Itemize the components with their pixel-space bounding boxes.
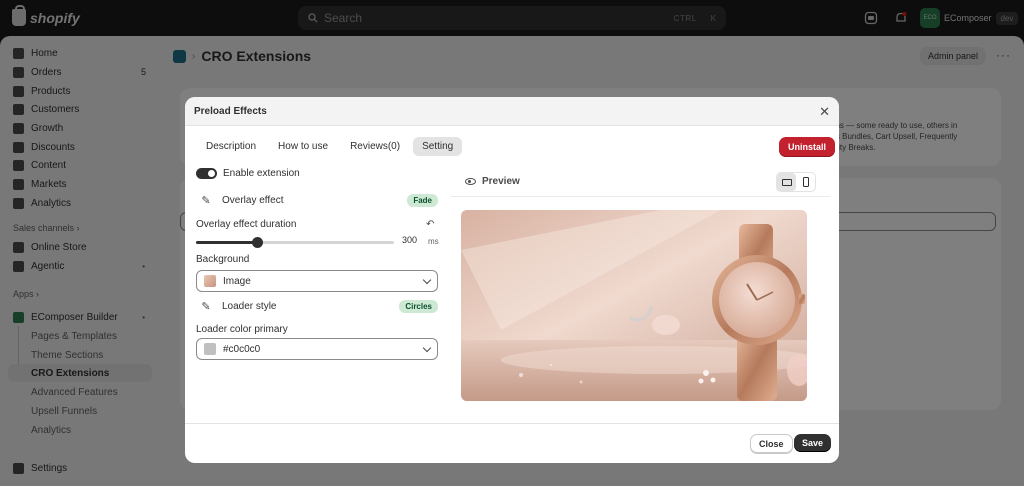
save-button[interactable]: Save: [794, 434, 832, 452]
uninstall-button[interactable]: Uninstall: [779, 137, 836, 157]
modal-title: Preload Effects: [194, 106, 267, 117]
tab-setting[interactable]: Setting: [413, 137, 463, 156]
desktop-view-button[interactable]: [777, 173, 796, 191]
loader-color-value: #c0c0c0: [223, 343, 261, 355]
enable-extension-row: Enable extension: [196, 168, 438, 179]
background-select[interactable]: Image: [196, 270, 438, 292]
preview-panel: Preview: [451, 168, 830, 412]
mobile-icon: [802, 177, 809, 187]
overlay-effect-row[interactable]: ✎ Overlay effect Fade: [196, 190, 438, 210]
modal-tabs: Description How to use Reviews(0) Settin…: [197, 137, 463, 156]
background-field-highlight: Background Image: [185, 249, 449, 297]
eye-icon: [465, 178, 476, 185]
duration-unit: ms: [428, 237, 439, 246]
loader-color-select[interactable]: #c0c0c0: [196, 338, 438, 360]
loader-color-label: Loader color primary: [196, 324, 288, 335]
close-button[interactable]: Close: [750, 434, 793, 454]
duration-value: 300: [402, 235, 418, 245]
overlay-effect-label: Overlay effect: [222, 194, 284, 206]
tab-description[interactable]: Description: [197, 137, 265, 156]
preload-effects-modal: Preload Effects ✕ Description How to use…: [185, 97, 839, 463]
enable-extension-label: Enable extension: [223, 168, 300, 179]
loader-style-label: Loader style: [222, 300, 277, 312]
duration-slider[interactable]: [196, 237, 394, 248]
preview-image: [461, 210, 807, 401]
slider-fill: [196, 241, 258, 244]
watch-product-image: [461, 210, 807, 401]
reset-icon[interactable]: ↶: [426, 219, 434, 230]
color-swatch: [204, 343, 216, 355]
pencil-icon: ✎: [201, 194, 211, 207]
chevron-down-icon: [422, 343, 432, 352]
preview-header: Preview: [451, 168, 830, 197]
background-label: Background: [196, 254, 250, 265]
close-icon[interactable]: ✕: [819, 104, 830, 120]
modal-footer: Close Save: [185, 423, 839, 463]
preview-label: Preview: [482, 176, 520, 187]
pencil-icon: ✎: [201, 300, 211, 313]
slider-thumb[interactable]: [252, 237, 264, 248]
mobile-view-button[interactable]: [796, 173, 815, 191]
desktop-icon: [781, 178, 792, 186]
modal-header: Preload Effects ✕: [185, 97, 839, 126]
chevron-down-icon: [422, 275, 432, 284]
overlay-effect-badge: Fade: [407, 193, 438, 207]
image-thumbnail-icon: [204, 275, 216, 287]
loader-style-row[interactable]: ✎ Loader style Circles: [196, 296, 438, 316]
device-toggle: [776, 172, 816, 192]
loader-style-badge: Circles: [399, 299, 438, 313]
tab-how-to-use[interactable]: How to use: [269, 137, 337, 156]
tab-reviews[interactable]: Reviews(0): [341, 137, 409, 156]
background-select-value: Image: [223, 275, 251, 287]
duration-label: Overlay effect duration: [196, 219, 297, 230]
enable-extension-toggle[interactable]: [196, 168, 217, 179]
